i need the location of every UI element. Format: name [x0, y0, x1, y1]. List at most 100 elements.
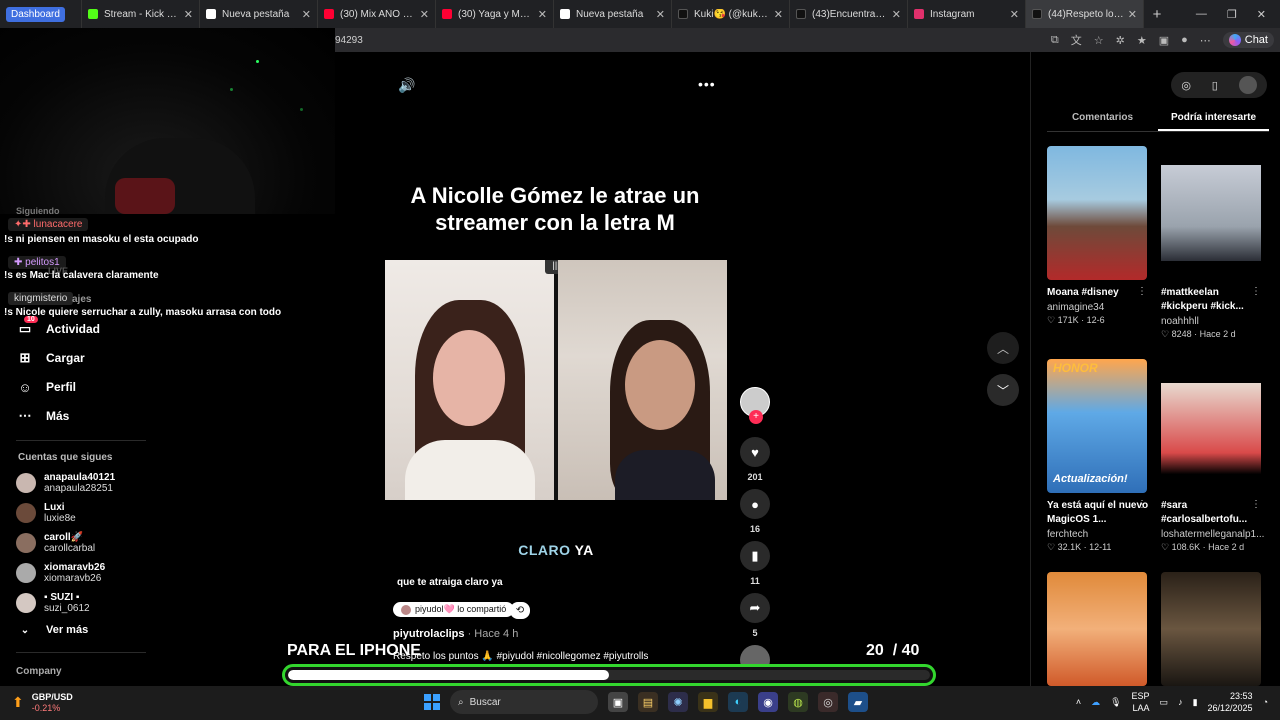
- tab-youtube-1[interactable]: (30) Mix AÑO NU ✕: [318, 0, 436, 28]
- extensions-icon[interactable]: ✲: [1116, 34, 1125, 47]
- url-field[interactable]: 94293: [335, 35, 1051, 46]
- close-icon[interactable]: ✕: [1128, 8, 1137, 21]
- language-indicator[interactable]: ESP LAA: [1132, 690, 1150, 714]
- volume-icon[interactable]: ♪: [1178, 697, 1183, 707]
- suggested-video-card[interactable]: [1047, 572, 1149, 686]
- tab-tiktok-active[interactable]: (44)Respeto los p ✕: [1026, 0, 1144, 28]
- battery-icon[interactable]: ▮: [1193, 697, 1198, 708]
- close-window-icon[interactable]: ✕: [1257, 8, 1266, 21]
- favorites-icon[interactable]: ★: [1137, 34, 1147, 47]
- windows-start-icon[interactable]: [424, 694, 440, 710]
- cloud-icon[interactable]: ☁: [1091, 697, 1100, 708]
- webcam-overlay: [0, 28, 335, 214]
- network-icon[interactable]: ▭: [1160, 697, 1169, 708]
- discord-icon[interactable]: ◉: [758, 692, 778, 712]
- clock[interactable]: 23:53 26/12/2025: [1208, 690, 1253, 714]
- more-options-icon[interactable]: ⋮: [1137, 499, 1147, 510]
- tab-kick[interactable]: Stream - Kick Dashboa ✕: [82, 0, 200, 28]
- device-icon[interactable]: ▯: [1212, 79, 1218, 92]
- close-icon[interactable]: ✕: [184, 8, 193, 21]
- account-handle: suzi_0612: [44, 603, 90, 614]
- see-more-button[interactable]: ⌄ Ver más: [18, 623, 88, 637]
- suggested-video-card[interactable]: HONOR Actualización! Ya está aquí el nue…: [1047, 359, 1149, 553]
- close-icon[interactable]: ✕: [892, 8, 901, 21]
- tab-new-1[interactable]: Nueva pestaña ✕: [200, 0, 318, 28]
- obs-icon[interactable]: ◎: [818, 692, 838, 712]
- close-icon[interactable]: ✕: [774, 8, 783, 21]
- close-icon[interactable]: ✕: [656, 8, 665, 21]
- more-options-icon[interactable]: •••: [698, 76, 716, 92]
- following-account[interactable]: xiomaravb26 xiomaravb26: [16, 562, 105, 584]
- sidebar-item-cargar[interactable]: ⊞ Cargar: [18, 350, 85, 365]
- tab-instagram[interactable]: Instagram ✕: [908, 0, 1026, 28]
- following-account[interactable]: caroll🚀 carollcarbal: [16, 532, 95, 554]
- more-options-icon[interactable]: ⋮: [1251, 499, 1261, 510]
- following-account[interactable]: anapaula40121 anapaula28251: [16, 472, 115, 494]
- chevron-up-icon[interactable]: ˄: [1076, 697, 1081, 707]
- notifications-icon[interactable]: ◔: [1263, 697, 1268, 707]
- suggested-video-card[interactable]: [1161, 572, 1263, 686]
- copilot-app-icon[interactable]: ✺: [668, 692, 688, 712]
- suggested-video-card[interactable]: #mattkeelan #kickperu #kick... ⋮ noahhhl…: [1161, 146, 1263, 340]
- more-options-icon[interactable]: ⋮: [1137, 286, 1147, 297]
- comment-button[interactable]: ● 16: [735, 489, 775, 534]
- volume-icon[interactable]: 🔊: [398, 77, 415, 94]
- sidebar-item-mas[interactable]: ⋯ Más: [18, 408, 70, 423]
- follow-plus-icon[interactable]: +: [749, 410, 763, 424]
- profile-avatar-icon[interactable]: ●: [1181, 34, 1188, 46]
- open-app-icon[interactable]: ⧉: [1051, 34, 1059, 47]
- person-clothing: [405, 440, 535, 500]
- user-avatar[interactable]: [1238, 76, 1257, 94]
- following-account[interactable]: Luxi luxie8e: [16, 502, 76, 524]
- profile-icon: ☺: [18, 379, 32, 395]
- new-tab-button[interactable]: +: [1144, 6, 1170, 23]
- share-button[interactable]: ➦ 5: [735, 593, 775, 638]
- video-frame[interactable]: |||: [385, 260, 727, 500]
- tab-tiktok-1[interactable]: Kuki😘 (@kuki_miau) ✕: [672, 0, 790, 28]
- repost-icon[interactable]: ⟲: [510, 602, 530, 619]
- close-icon[interactable]: ✕: [420, 8, 429, 21]
- next-video-button[interactable]: ﹀: [987, 374, 1019, 406]
- creator-avatar-button[interactable]: +: [735, 387, 775, 424]
- collections-icon[interactable]: ▣: [1159, 34, 1169, 47]
- close-icon[interactable]: ✕: [302, 8, 311, 21]
- previous-video-button[interactable]: ︿: [987, 332, 1019, 364]
- suggested-video-card[interactable]: Moana #disney ⋮ animagine34 ♡ 171K · 12-…: [1047, 146, 1149, 326]
- tab-suggested[interactable]: Podría interesarte: [1158, 110, 1269, 131]
- app-icon[interactable]: ◍: [788, 692, 808, 712]
- tab-dashboard[interactable]: Dashboard: [0, 0, 82, 28]
- settings-more-icon[interactable]: ⋯: [1200, 34, 1211, 47]
- company-link[interactable]: Company: [16, 666, 62, 677]
- coin-icon[interactable]: ◎: [1181, 79, 1191, 92]
- suggested-video-card[interactable]: #sara #carlosalbertofu... ⋮ loshatermell…: [1161, 359, 1264, 553]
- close-icon[interactable]: ✕: [538, 8, 547, 21]
- app-icon[interactable]: ▰: [848, 692, 868, 712]
- store-icon[interactable]: ▤: [638, 692, 658, 712]
- save-button[interactable]: ▮ 11: [735, 541, 775, 586]
- sidebar-item-actividad[interactable]: ▭ 10 Actividad: [18, 316, 100, 336]
- creator-avatar: +: [740, 387, 770, 424]
- translate-icon[interactable]: 文: [1071, 32, 1082, 48]
- close-icon[interactable]: ✕: [1010, 8, 1019, 21]
- shared-by-pill[interactable]: piyudol🩷 lo compartió: [393, 602, 515, 617]
- tab-youtube-2[interactable]: (30) Yaga y Mackie fea ✕: [436, 0, 554, 28]
- tab-tiktok-2[interactable]: (43)Encuentra 'CUMPL ✕: [790, 0, 908, 28]
- copilot-chat-button[interactable]: Chat: [1222, 32, 1274, 48]
- minimize-icon[interactable]: —: [1196, 8, 1207, 21]
- weather-ticker-widget[interactable]: ⬆ GBP/USD -0.21%: [12, 692, 73, 713]
- task-view-icon[interactable]: ▣: [608, 692, 628, 712]
- following-account[interactable]: ▪ SUZI ▪ suzi_0612: [16, 592, 90, 614]
- sidebar-item-perfil[interactable]: ☺ Perfil: [18, 379, 76, 395]
- tab-comments[interactable]: Comentarios: [1047, 110, 1158, 131]
- microphone-icon[interactable]: 🎙: [1110, 697, 1121, 708]
- file-explorer-icon[interactable]: ▆: [698, 692, 718, 712]
- taskbar-search[interactable]: ⌕ Buscar: [450, 690, 598, 714]
- tab-new-2[interactable]: Nueva pestaña ✕: [554, 0, 672, 28]
- tiktok-icon: [678, 9, 688, 19]
- more-options-icon[interactable]: ⋮: [1251, 286, 1261, 297]
- author-name[interactable]: piyutrolaclips: [393, 628, 465, 640]
- edge-browser-icon[interactable]: ◐: [728, 692, 748, 712]
- like-button[interactable]: ♥ 201: [735, 437, 775, 482]
- favorite-star-icon[interactable]: ☆: [1094, 34, 1104, 47]
- maximize-icon[interactable]: ❐: [1227, 8, 1237, 21]
